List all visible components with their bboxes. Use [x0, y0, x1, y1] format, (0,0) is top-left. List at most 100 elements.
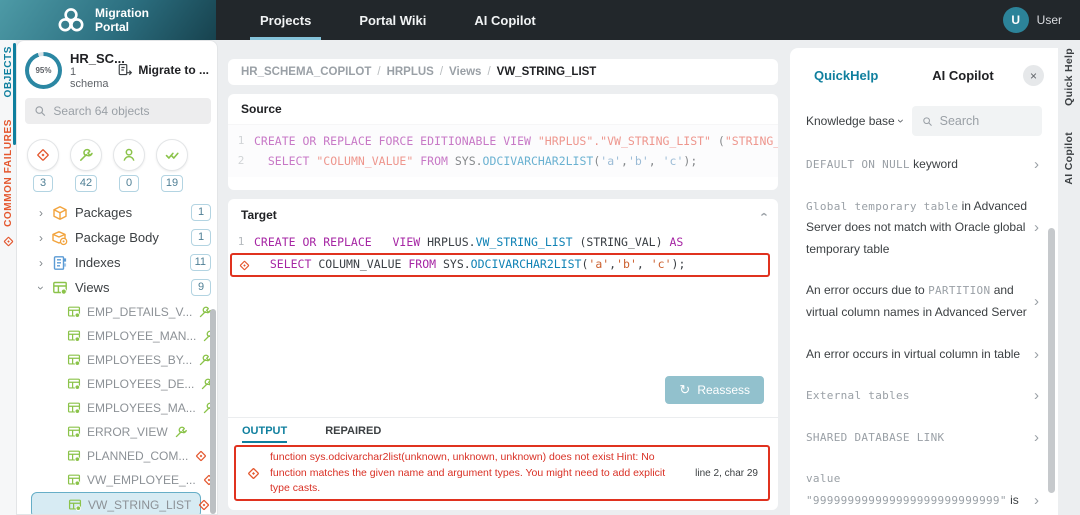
progress-ring: 95%	[25, 52, 62, 89]
error-row[interactable]: function sys.odcivarchar2list(unknown, u…	[234, 445, 770, 501]
collapse-chevron-icon[interactable]: ›	[755, 212, 770, 216]
help-item[interactable]: value "999999999999999999999999999" is o…	[806, 458, 1044, 515]
help-item-text: value "999999999999999999999999999" is o…	[806, 468, 1028, 515]
tree-node-package-body[interactable]: ›Package Body1	[25, 225, 211, 250]
migrate-label: Migrate to ...	[138, 63, 209, 77]
chevron-down-icon[interactable]: ›	[34, 284, 48, 292]
breadcrumb-item[interactable]: Views	[449, 66, 481, 78]
chevron-right-icon[interactable]: ›	[37, 206, 45, 220]
breadcrumb: HR_SCHEMA_COPILOT/HRPLUS/Views/VW_STRING…	[228, 59, 778, 85]
knowledge-base-label: Knowledge base	[806, 114, 895, 128]
view-item-emp_details_v-[interactable]: EMP_DETAILS_V...	[25, 300, 201, 324]
brand: Migration Portal	[0, 0, 216, 40]
checks-icon	[164, 147, 180, 163]
brand-line1: Migration	[95, 6, 149, 20]
view-item-employee_man-[interactable]: EMPLOYEE_MAN...	[25, 324, 201, 348]
tab-output[interactable]: OUTPUT	[242, 425, 287, 443]
object-search-input[interactable]	[53, 104, 202, 118]
view-item-vw_string_list[interactable]: VW_STRING_LIST	[31, 492, 201, 515]
migrate-icon	[118, 63, 133, 77]
view-icon	[67, 449, 81, 463]
tree-node-packages[interactable]: ›Packages1	[25, 200, 211, 225]
rail-tab-ai-copilot[interactable]: AI Copilot	[1063, 132, 1075, 185]
chevron-right-icon: ›	[1034, 492, 1044, 509]
view-icon	[67, 353, 81, 367]
nav-tab-ai-copilot[interactable]: AI Copilot	[450, 0, 559, 40]
filter-person[interactable]: 0	[113, 139, 145, 192]
tab-quickhelp[interactable]: QuickHelp	[814, 68, 878, 83]
close-icon[interactable]: ×	[1023, 65, 1044, 86]
breadcrumb-item[interactable]: HRPLUS	[387, 66, 434, 78]
error-diamond-icon	[232, 255, 256, 275]
chevron-right-icon: ›	[1034, 293, 1044, 310]
tree-node-indexes[interactable]: ›Indexes11	[25, 250, 211, 275]
breadcrumb-item[interactable]: HR_SCHEMA_COPILOT	[241, 66, 371, 78]
left-rail: OBJECTS COMMON FAILURES	[0, 40, 16, 515]
nav-tab-portal-wiki[interactable]: Portal Wiki	[335, 0, 450, 40]
rail-tab-common-failures[interactable]: COMMON FAILURES	[3, 119, 14, 227]
breadcrumb-separator: /	[377, 66, 380, 78]
index-icon	[52, 255, 68, 271]
top-navbar: Migration Portal ProjectsPortal WikiAI C…	[0, 0, 1080, 40]
help-item[interactable]: Global temporary table in Advanced Serve…	[806, 186, 1044, 271]
avatar[interactable]: U	[1003, 7, 1029, 33]
tree-node-label: Views	[75, 280, 184, 295]
rail-tab-quick-help[interactable]: Quick Help	[1063, 48, 1075, 106]
help-item[interactable]: SHARED DATABASE LINK›	[806, 417, 1044, 459]
tree-node-count: 1	[191, 229, 211, 246]
breadcrumb-item[interactable]: VW_STRING_LIST	[497, 66, 597, 78]
app-root: Migration Portal ProjectsPortal WikiAI C…	[0, 0, 1080, 515]
nav-tab-projects[interactable]: Projects	[236, 0, 335, 40]
object-search[interactable]	[25, 98, 211, 124]
view-item-vw_employee_-[interactable]: VW_EMPLOYEE_...	[25, 468, 201, 492]
help-scrollbar[interactable]	[1048, 228, 1055, 493]
view-item-error_view[interactable]: ERROR_VIEW	[25, 420, 201, 444]
view-icon	[67, 329, 81, 343]
filter-checks[interactable]: 19	[156, 139, 188, 192]
error-message: function sys.odcivarchar2list(unknown, u…	[270, 450, 686, 496]
project-schema-count: 1 schema	[70, 66, 110, 90]
view-item-label: PLANNED_COM...	[87, 449, 188, 463]
help-item-text: An error occurs due to PARTITION and vir…	[806, 280, 1028, 323]
help-item[interactable]: DEFAULT ON NULL keyword›	[806, 144, 1044, 186]
project-name: HR_SC...	[70, 51, 110, 66]
diamond-icon	[238, 259, 251, 272]
user-menu[interactable]: U User	[1003, 0, 1080, 40]
reassess-label: Reassess	[697, 383, 750, 397]
target-panel: Target › 1CREATE OR REPLACE VIEW HRPLUS.…	[228, 199, 778, 510]
view-item-label: ERROR_VIEW	[87, 425, 168, 439]
wrench-icon	[78, 147, 94, 163]
rail-tab-objects[interactable]: OBJECTS	[3, 46, 14, 97]
view-item-planned_com-[interactable]: PLANNED_COM...	[25, 444, 201, 468]
chevron-right-icon: ›	[1034, 219, 1044, 236]
refresh-icon: ↻	[679, 382, 690, 398]
tab-repaired[interactable]: REPAIRED	[325, 425, 381, 443]
view-item-employees_ma-[interactable]: EMPLOYEES_MA...	[25, 396, 201, 420]
tree-node-views[interactable]: ›Views9	[25, 275, 211, 300]
reassess-button[interactable]: ↻ Reassess	[665, 376, 764, 404]
chevron-right-icon: ›	[1034, 387, 1044, 404]
help-search[interactable]	[912, 106, 1042, 136]
help-search-input[interactable]	[940, 114, 1032, 128]
help-item[interactable]: External tables›	[806, 375, 1044, 417]
code-text: SELECT "COLUMN_VALUE" FROM SYS.ODCIVARCH…	[254, 151, 697, 171]
source-code[interactable]: 1CREATE OR REPLACE FORCE EDITIONABLE VIE…	[228, 124, 778, 177]
help-item[interactable]: An error occurs due to PARTITION and vir…	[806, 270, 1044, 333]
knowledge-base-dropdown[interactable]: Knowledge base ›	[806, 114, 903, 128]
view-item-employees_de-[interactable]: EMPLOYEES_DE...	[25, 372, 201, 396]
help-item[interactable]: An error occurs in virtual column in tab…	[806, 334, 1044, 376]
person-badge	[113, 139, 145, 171]
target-code[interactable]: 1CREATE OR REPLACE VIEW HRPLUS.VW_STRING…	[228, 230, 778, 277]
tab-ai-copilot[interactable]: AI Copilot	[932, 68, 993, 83]
view-item-label: EMPLOYEES_MA...	[87, 401, 196, 415]
diamond-badge	[27, 139, 59, 171]
view-item-employees_by-[interactable]: EMPLOYEES_BY...	[25, 348, 201, 372]
chevron-right-icon[interactable]: ›	[37, 231, 45, 245]
chevron-right-icon[interactable]: ›	[37, 256, 45, 270]
filter-wrench[interactable]: 42	[70, 139, 102, 192]
error-diamond-icon	[246, 466, 261, 481]
sidebar-scrollbar[interactable]	[210, 309, 216, 514]
chevron-down-icon: ›	[894, 119, 908, 123]
migrate-to-button[interactable]: Migrate to ...	[118, 63, 211, 77]
filter-diamond[interactable]: 3	[27, 139, 59, 192]
